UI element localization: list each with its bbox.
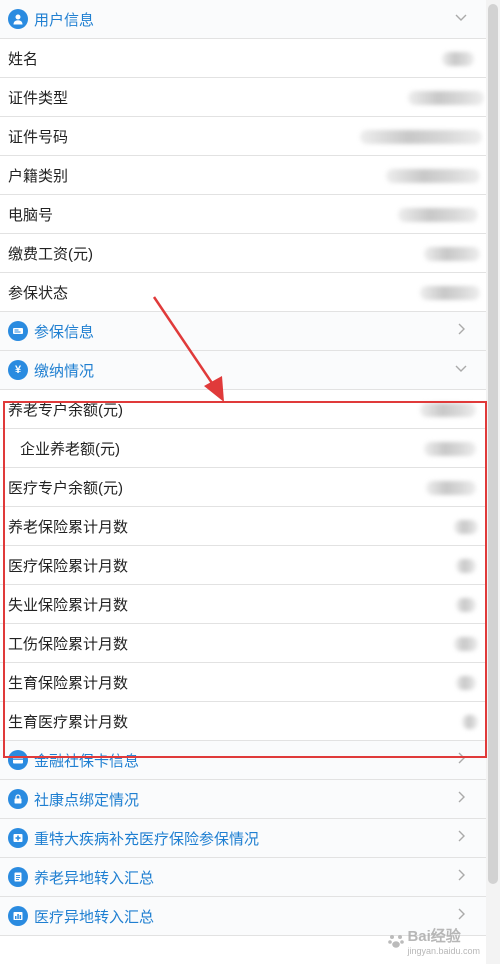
field-label: 姓名	[8, 50, 39, 68]
section-title: 金融社保卡信息	[34, 752, 140, 770]
field-label: 证件类型	[8, 89, 69, 107]
field-label: 养老保险累计月数	[8, 518, 129, 536]
section-bank-card[interactable]: 金融社保卡信息	[0, 741, 486, 780]
field-label: 生育保险累计月数	[8, 674, 129, 692]
redacted-value	[386, 169, 480, 183]
watermark: Bai经验 jingyan.baidu.com	[387, 925, 480, 956]
field-label: 企业养老额(元)	[20, 440, 120, 458]
field-row-status: 参保状态	[0, 273, 486, 312]
section-user-info[interactable]: 用户信息	[0, 0, 486, 39]
section-insurance-info[interactable]: 参保信息	[0, 312, 486, 351]
redacted-value	[442, 52, 474, 66]
section-title: 参保信息	[34, 323, 95, 341]
scrollbar-thumb[interactable]	[488, 4, 498, 884]
field-row-pension-months: 养老保险累计月数	[0, 507, 486, 546]
section-title: 养老异地转入汇总	[34, 869, 155, 887]
section-title: 医疗异地转入汇总	[34, 908, 155, 926]
field-row-enterprise-pension: 企业养老额(元)	[0, 429, 486, 468]
field-row-computer-no: 电脑号	[0, 195, 486, 234]
paw-icon	[388, 934, 405, 948]
field-label: 参保状态	[8, 284, 69, 302]
chevron-right-icon[interactable]	[454, 790, 468, 804]
redacted-value	[456, 559, 476, 573]
field-row-name: 姓名	[0, 39, 486, 78]
field-label: 失业保险累计月数	[8, 596, 129, 614]
section-title: 用户信息	[34, 11, 95, 29]
yen-icon: ¥	[8, 360, 28, 380]
field-label: 养老专户余额(元)	[8, 401, 123, 419]
chevron-right-icon[interactable]	[454, 751, 468, 765]
field-row-salary: 缴费工资(元)	[0, 234, 486, 273]
redacted-value	[424, 247, 480, 261]
field-label: 工伤保险累计月数	[8, 635, 129, 653]
field-row-injury-months: 工伤保险累计月数	[0, 624, 486, 663]
field-row-id-number: 证件号码	[0, 117, 486, 156]
card-icon	[8, 321, 28, 341]
redacted-value	[454, 520, 478, 534]
field-row-pension-balance: 养老专户余额(元)	[0, 390, 486, 429]
redacted-value	[426, 481, 476, 495]
field-label: 缴费工资(元)	[8, 245, 93, 263]
redacted-value	[360, 130, 482, 144]
redacted-value	[456, 676, 476, 690]
section-clinic-binding[interactable]: 社康点绑定情况	[0, 780, 486, 819]
field-label: 电脑号	[8, 206, 54, 224]
info-list: 用户信息 姓名 证件类型 证件号码 户籍类别 电脑号 缴费工资(元) 参保状态 …	[0, 0, 486, 936]
watermark-text: Bai经验	[407, 928, 461, 945]
section-title: 社康点绑定情况	[34, 791, 140, 809]
user-icon	[8, 9, 28, 29]
section-payment[interactable]: ¥ 缴纳情况	[0, 351, 486, 390]
redacted-value	[424, 442, 476, 456]
medical-cross-icon	[8, 828, 28, 848]
field-label: 户籍类别	[8, 167, 69, 185]
redacted-value	[462, 715, 478, 729]
chevron-right-icon[interactable]	[454, 829, 468, 843]
field-row-medical-months: 医疗保险累计月数	[0, 546, 486, 585]
field-row-unemployment-months: 失业保险累计月数	[0, 585, 486, 624]
chevron-right-icon[interactable]	[454, 907, 468, 921]
redacted-value	[454, 637, 478, 651]
document-icon	[8, 867, 28, 887]
chart-icon	[8, 906, 28, 926]
bank-card-icon	[8, 750, 28, 770]
watermark-sub: jingyan.baidu.com	[407, 946, 480, 956]
chevron-down-icon[interactable]	[454, 361, 468, 375]
field-label: 生育医疗累计月数	[8, 713, 129, 731]
chevron-right-icon[interactable]	[454, 868, 468, 882]
scrollbar[interactable]	[486, 0, 500, 964]
field-row-maternity-months: 生育保险累计月数	[0, 663, 486, 702]
lock-icon	[8, 789, 28, 809]
chevron-down-icon[interactable]	[454, 10, 468, 24]
field-row-maternity-medical-months: 生育医疗累计月数	[0, 702, 486, 741]
field-row-household: 户籍类别	[0, 156, 486, 195]
field-label: 证件号码	[8, 128, 69, 146]
section-title: 重特大疾病补充医疗保险参保情况	[34, 830, 260, 848]
redacted-value	[408, 91, 484, 105]
field-row-medical-balance: 医疗专户余额(元)	[0, 468, 486, 507]
section-title: 缴纳情况	[34, 362, 95, 380]
redacted-value	[456, 598, 476, 612]
chevron-right-icon[interactable]	[454, 322, 468, 336]
redacted-value	[398, 208, 478, 222]
redacted-value	[420, 403, 476, 417]
section-critical-illness[interactable]: 重特大疾病补充医疗保险参保情况	[0, 819, 486, 858]
field-label: 医疗专户余额(元)	[8, 479, 123, 497]
redacted-value	[420, 286, 480, 300]
section-pension-transfer[interactable]: 养老异地转入汇总	[0, 858, 486, 897]
field-row-id-type: 证件类型	[0, 78, 486, 117]
field-label: 医疗保险累计月数	[8, 557, 129, 575]
